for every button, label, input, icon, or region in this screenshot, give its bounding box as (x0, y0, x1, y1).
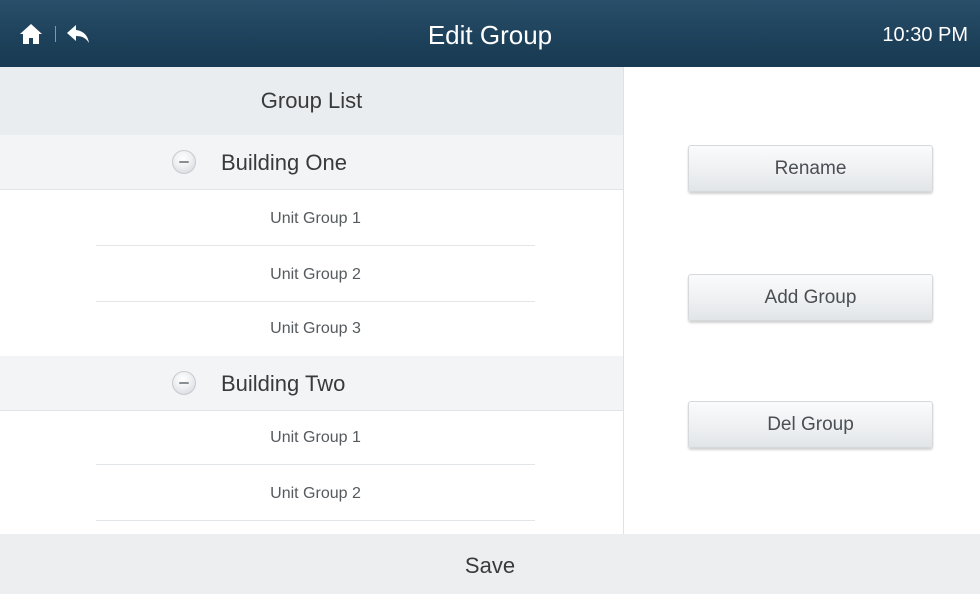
unit-group-item[interactable]: Unit Group 1 (96, 191, 535, 246)
building-label: Building One (221, 150, 347, 175)
edit-group-screen: Edit Group 10:30 PM Group List Building … (0, 0, 980, 594)
panel-divider (623, 67, 624, 534)
save-button[interactable]: Save (0, 534, 980, 594)
collapse-minus-icon[interactable] (172, 371, 196, 395)
unit-group-item[interactable]: Unit Group 3 (96, 301, 535, 356)
unit-group-item[interactable]: Unit Group 2 (96, 247, 535, 302)
unit-group-item[interactable]: Unit Group 1 (96, 410, 535, 465)
rename-button[interactable]: Rename (688, 145, 933, 192)
header-separator (55, 26, 56, 42)
group-list-title: Group List (0, 67, 623, 135)
building-row[interactable]: Building One (0, 135, 623, 190)
group-list-panel: Group List Building One Unit Group 1 Uni… (0, 67, 623, 534)
collapse-minus-icon[interactable] (172, 150, 196, 174)
clock-time: 10:30 PM (882, 24, 968, 46)
top-bar: Edit Group 10:30 PM (0, 0, 980, 67)
add-group-button[interactable]: Add Group (688, 274, 933, 321)
page-title: Edit Group (427, 20, 553, 50)
building-row[interactable]: Building Two (0, 356, 623, 411)
del-group-button[interactable]: Del Group (688, 401, 933, 448)
back-arrow-icon[interactable] (64, 22, 92, 46)
building-label: Building Two (221, 371, 346, 396)
unit-group-item[interactable]: Unit Group 2 (96, 466, 535, 521)
home-icon[interactable] (18, 22, 44, 46)
